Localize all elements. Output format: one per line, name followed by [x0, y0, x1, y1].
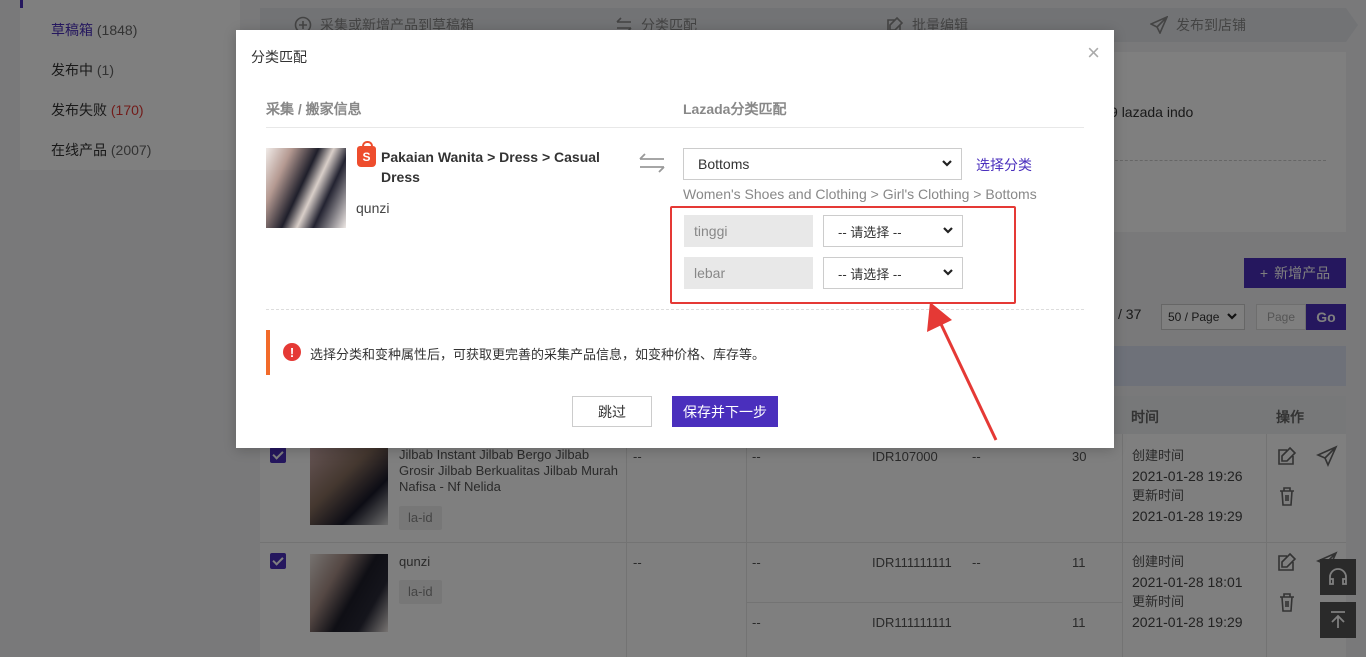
shopee-icon: S [357, 141, 376, 167]
source-category: Pakaian Wanita > Dress > Casual Dress [381, 149, 600, 185]
skip-button[interactable]: 跳过 [572, 396, 652, 427]
lazada-column-header: Lazada分类匹配 [683, 101, 787, 117]
source-column-header: 采集 / 搬家信息 [266, 101, 362, 117]
source-product-name: qunzi [356, 200, 390, 216]
choose-category-link[interactable]: 选择分类 [976, 155, 1032, 175]
chevron-down-icon [941, 156, 953, 172]
lazada-category-select[interactable]: Bottoms [683, 148, 962, 180]
section-divider [266, 309, 1084, 310]
swap-arrows-icon [637, 151, 667, 175]
highlight-box [670, 206, 1016, 304]
save-next-button[interactable]: 保存并下一步 [672, 396, 778, 427]
info-tip: ! 选择分类和变种属性后，可获取更完善的采集产品信息，如变种价格、库存等。 [266, 330, 1084, 375]
source-product-image [266, 148, 346, 228]
selected-category: Bottoms [698, 156, 750, 172]
alert-icon: ! [283, 343, 301, 361]
tip-text: 选择分类和变种属性后，可获取更完善的采集产品信息，如变种价格、库存等。 [310, 347, 766, 362]
category-match-dialog: 分类匹配 × 采集 / 搬家信息 Lazada分类匹配 S Pakaian Wa… [236, 30, 1114, 448]
dialog-title: 分类匹配 [251, 49, 307, 65]
close-icon[interactable]: × [1087, 42, 1100, 64]
category-path: Women's Shoes and Clothing > Girl's Clot… [683, 186, 1037, 202]
header-divider [266, 127, 1084, 128]
